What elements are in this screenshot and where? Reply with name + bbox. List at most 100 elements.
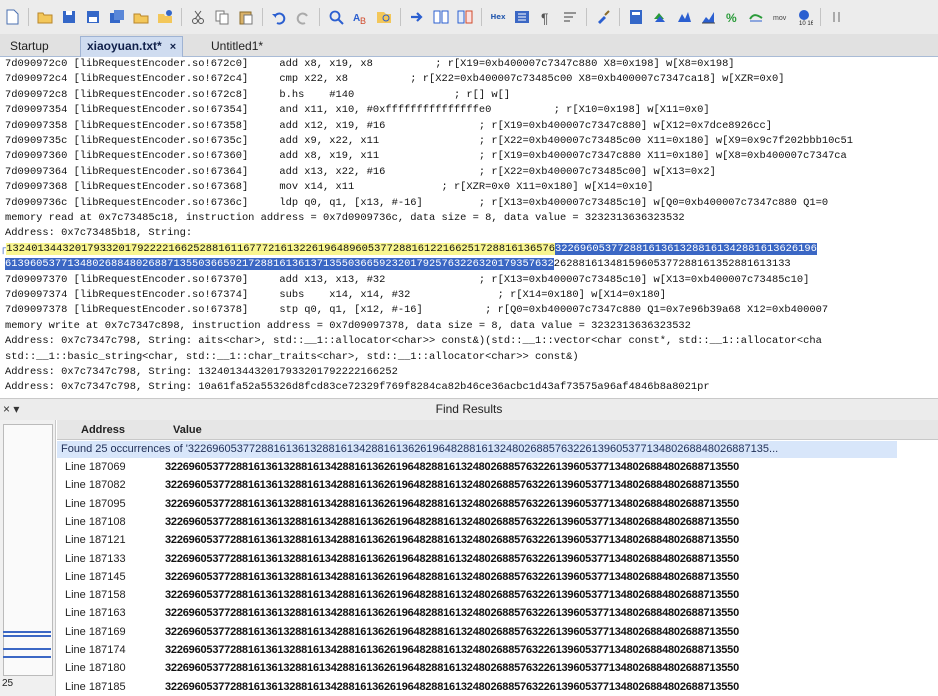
text-selection: 3226960537728816136132881613428816136261… — [554, 242, 817, 255]
result-row[interactable]: Line 187180 32269605377288161361328816134… — [57, 660, 938, 677]
result-row[interactable]: Line 187174 32269605377288161361328816134… — [57, 642, 938, 659]
minimap-marker — [3, 656, 51, 658]
editor-line[interactable]: Address: 0x7c7347c798, String: 132401344… — [5, 365, 398, 380]
editor-line[interactable]: 7d09097358 [libRequestEncoder.so!67358] … — [5, 119, 772, 134]
editor-line[interactable]: 7d090972c0 [libRequestEncoder.so!672c0] … — [5, 57, 735, 72]
results-minimap[interactable]: 25 — [0, 420, 56, 696]
svg-text:B: B — [360, 16, 366, 26]
result-row[interactable]: Line 187145 32269605377288161361328816134… — [57, 569, 938, 586]
tab-xiaoyuan[interactable]: xiaoyuan.txt* × — [80, 36, 184, 57]
column-header-address[interactable]: Address — [57, 420, 157, 440]
editor-line[interactable]: ┌132401344320179332017922221662528816116… — [0, 242, 817, 257]
cut-icon[interactable] — [187, 6, 209, 28]
result-address: Line 187185 — [65, 680, 126, 693]
result-row[interactable]: Line 187082 32269605377288161361328816134… — [57, 477, 938, 494]
editor-line[interactable]: 7d090972c8 [libRequestEncoder.so!672c8] … — [5, 88, 510, 103]
tab-label: Untitled1* — [211, 39, 264, 53]
tab-label: xiaoyuan.txt* — [87, 39, 162, 53]
editor-line[interactable]: 7d0909735c [libRequestEncoder.so!6735c] … — [5, 134, 853, 149]
editor-line[interactable]: Address: 0x7c7347c798, String: 10a61fa52… — [5, 380, 710, 395]
result-row[interactable]: Line 187169 32269605377288161361328816134… — [57, 624, 938, 641]
calculator-icon[interactable] — [625, 6, 647, 28]
column-header-value[interactable]: Value — [157, 420, 938, 440]
code-icon[interactable] — [673, 6, 695, 28]
compare-icon[interactable] — [430, 6, 452, 28]
toolbar-separator — [262, 8, 263, 26]
percent-icon[interactable]: % — [721, 6, 743, 28]
editor-line[interactable]: 6139605377134802688480268871355036659217… — [5, 257, 791, 272]
editor-line[interactable]: std::__1::basic_string<char, std::__1::c… — [5, 350, 579, 365]
compare-files-icon[interactable] — [454, 6, 476, 28]
new-file-icon[interactable] — [1, 6, 23, 28]
line-text: 26288161348159605377288161352881613133 — [553, 258, 791, 271]
chart-icon[interactable] — [697, 6, 719, 28]
text-editor[interactable]: 7d090972c0 [libRequestEncoder.so!672c0] … — [0, 57, 938, 397]
editor-line[interactable]: memory read at 0x7c73485c18, instruction… — [5, 211, 685, 226]
register-icon[interactable]: 10 16 — [793, 6, 815, 28]
result-row[interactable]: Line 187158 32269605377288161361328816134… — [57, 587, 938, 604]
convert-icon[interactable] — [649, 6, 671, 28]
find-icon[interactable] — [325, 6, 347, 28]
result-value: 3226960537728816136132881613428816136261… — [165, 589, 740, 602]
find-in-files-icon[interactable] — [373, 6, 395, 28]
toolbar-separator — [400, 8, 401, 26]
result-row[interactable]: Line 187095 32269605377288161361328816134… — [57, 496, 938, 513]
brush-icon[interactable] — [592, 6, 614, 28]
save-as-icon[interactable] — [82, 6, 104, 28]
word-wrap-icon[interactable] — [559, 6, 581, 28]
show-formatting-icon[interactable]: ¶ — [535, 6, 557, 28]
editor-line[interactable]: Address: 0x7c7347c798, String: aits<char… — [5, 334, 822, 349]
result-address: Line 187095 — [65, 497, 126, 510]
occurrence-count: 25 — [2, 678, 14, 689]
tab-startup[interactable]: Startup — [4, 37, 55, 56]
editor-line[interactable]: 7d0909736c [libRequestEncoder.so!6736c] … — [5, 196, 828, 211]
undo-icon[interactable] — [268, 6, 290, 28]
tab-bar: Startup xiaoyuan.txt* × Untitled1* — [0, 34, 938, 57]
result-row[interactable]: Line 187108 32269605377288161361328816134… — [57, 514, 938, 531]
result-value: 3226960537728816136132881613428816136261… — [165, 625, 740, 638]
tab-close-icon[interactable]: × — [170, 41, 176, 53]
hex-icon[interactable]: Hex — [487, 6, 509, 28]
redo-icon[interactable] — [292, 6, 314, 28]
result-row[interactable]: Line 187121 32269605377288161361328816134… — [57, 532, 938, 549]
save-all-icon[interactable] — [106, 6, 128, 28]
result-address: Line 187133 — [65, 552, 126, 565]
result-address: Line 187158 — [65, 589, 126, 602]
editor-line[interactable]: 7d09097354 [libRequestEncoder.so!67354] … — [5, 103, 710, 118]
editor-line[interactable]: 7d09097364 [libRequestEncoder.so!67364] … — [5, 165, 716, 180]
text-selection: 6139605377134802688480268871355036659217… — [5, 258, 554, 271]
open-recent-icon[interactable] — [154, 6, 176, 28]
copy-icon[interactable] — [211, 6, 233, 28]
open-file-icon[interactable] — [130, 6, 152, 28]
tab-untitled1[interactable]: Untitled1* — [205, 37, 269, 56]
editor-line[interactable]: 7d09097360 [libRequestEncoder.so!67360] … — [5, 149, 847, 164]
pause-icon[interactable] — [826, 6, 848, 28]
result-address: Line 187169 — [65, 625, 126, 638]
editor-line[interactable]: memory write at 0x7c7347c898, instructio… — [5, 319, 691, 334]
result-row[interactable]: Line 187133 32269605377288161361328816134… — [57, 551, 938, 568]
find-replace-icon[interactable]: AB — [349, 6, 371, 28]
minimap-marker — [3, 648, 51, 650]
paste-icon[interactable] — [235, 6, 257, 28]
open-folder-icon[interactable] — [34, 6, 56, 28]
tab-label: Startup — [10, 39, 49, 53]
column-mode-icon[interactable] — [511, 6, 533, 28]
result-row[interactable]: Line 187185 32269605377288161361328816134… — [57, 679, 938, 696]
editor-line[interactable]: Address: 0x7c73485b18, String: — [5, 226, 192, 241]
result-address: Line 187163 — [65, 607, 126, 620]
editor-line[interactable]: 7d09097374 [libRequestEncoder.so!67374] … — [5, 288, 666, 303]
format-icon[interactable] — [745, 6, 767, 28]
minimap-marker — [3, 635, 51, 637]
result-row[interactable]: Line 187163 32269605377288161361328816134… — [57, 605, 938, 622]
editor-line[interactable]: 7d09097378 [libRequestEncoder.so!67378] … — [5, 303, 828, 318]
editor-line[interactable]: 7d090972c4 [libRequestEncoder.so!672c4] … — [5, 72, 784, 87]
result-row[interactable]: Line 187069 32269605377288161361328816134… — [57, 459, 938, 476]
editor-line[interactable]: 7d09097368 [libRequestEncoder.so!67368] … — [5, 180, 653, 195]
result-address: Line 187108 — [65, 515, 126, 528]
macro-icon[interactable]: mov — [769, 6, 791, 28]
goto-icon[interactable] — [406, 6, 428, 28]
minimap-track[interactable] — [3, 424, 53, 676]
result-address: Line 187174 — [65, 644, 126, 656]
editor-line[interactable]: 7d09097370 [libRequestEncoder.so!67370] … — [5, 273, 809, 288]
save-icon[interactable] — [58, 6, 80, 28]
